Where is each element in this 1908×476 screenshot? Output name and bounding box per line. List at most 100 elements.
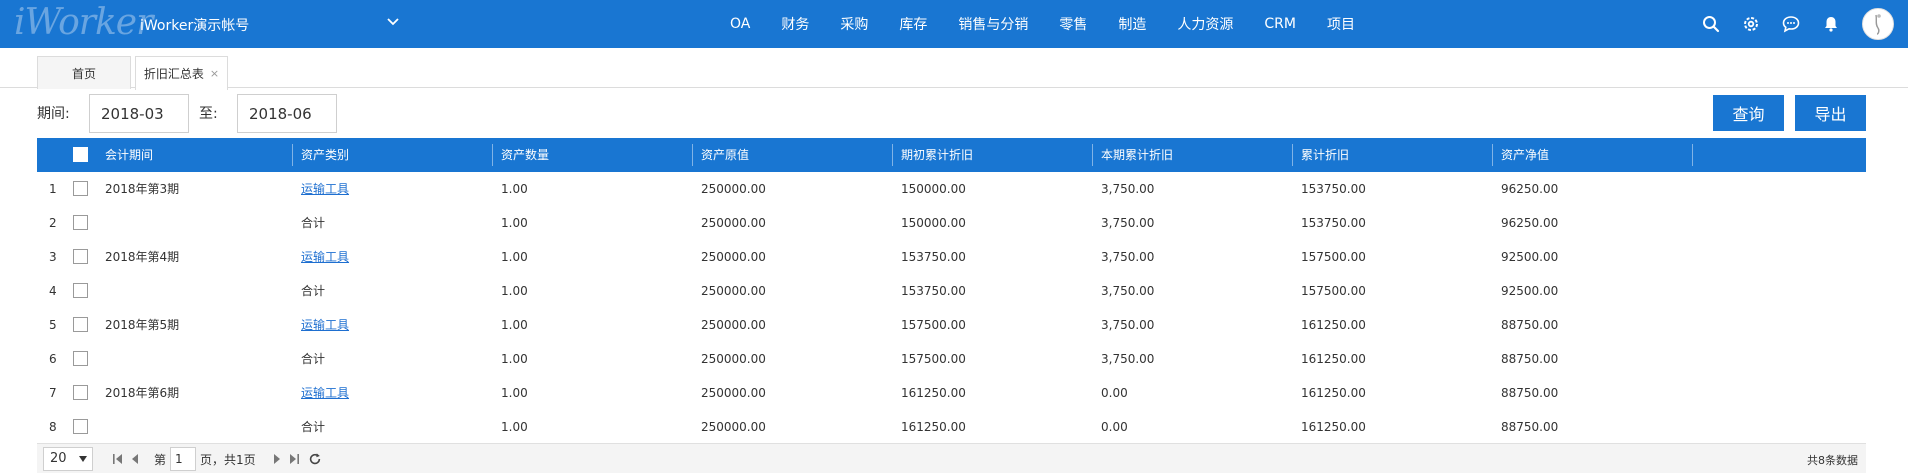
table-row[interactable]: 1 2018年第3期 运输工具 1.00 250000.00 150000.00 3,750… xyxy=(37,172,1866,206)
cell-current-depreciation: 0.00 xyxy=(1101,420,1128,434)
cell-category: 合计 xyxy=(301,352,326,366)
table-row[interactable]: 3 2018年第4期 运输工具 1.00 250000.00 153750.00 3,750… xyxy=(37,240,1866,274)
cell-current-depreciation: 3,750.00 xyxy=(1101,318,1155,332)
nav-item-finance[interactable]: 财务 xyxy=(781,14,809,34)
row-checkbox[interactable] xyxy=(73,385,88,400)
row-checkbox[interactable] xyxy=(73,283,88,298)
col-header-category[interactable]: 资产类别 xyxy=(293,138,349,172)
prev-page-icon[interactable] xyxy=(128,451,142,467)
avatar[interactable] xyxy=(1862,8,1894,40)
cell-category[interactable]: 运输工具 xyxy=(293,308,349,342)
row-number: 8 xyxy=(49,420,57,434)
total-records: 共8条数据 xyxy=(1807,454,1858,467)
search-icon[interactable] xyxy=(1700,13,1722,35)
row-checkbox[interactable] xyxy=(73,419,88,434)
nav-item-inventory[interactable]: 库存 xyxy=(899,14,927,34)
tab-depreciation-summary[interactable]: 折旧汇总表 × xyxy=(135,56,228,90)
row-checkbox[interactable] xyxy=(73,215,88,230)
current-page-input[interactable]: 1 xyxy=(170,447,196,471)
cell-category[interactable]: 运输工具 xyxy=(293,172,349,206)
chevron-down-icon[interactable] xyxy=(385,14,401,30)
cell-opening-depreciation: 157500.00 xyxy=(901,318,966,332)
row-checkbox[interactable] xyxy=(73,181,88,196)
depreciation-table: 会计期间 资产类别 资产数量 资产原值 期初累计折旧 本期累计折旧 累计折旧 资… xyxy=(37,138,1866,444)
cell-accumulated-depreciation: 153750.00 xyxy=(1301,182,1366,196)
cell-category: 合计 xyxy=(301,216,326,230)
page-prefix: 第 xyxy=(154,453,167,467)
nav-item-retail[interactable]: 零售 xyxy=(1059,14,1087,34)
cell-category[interactable]: 运输工具 xyxy=(293,240,349,274)
cell-opening-depreciation: 150000.00 xyxy=(901,216,966,230)
account-name[interactable]: iWorker演示帐号 xyxy=(140,15,249,35)
tab-home[interactable]: 首页 xyxy=(37,56,131,89)
cell-period: 2018年第5期 xyxy=(105,318,180,332)
col-header-accumulated-depreciation[interactable]: 累计折旧 xyxy=(1293,138,1349,172)
cell-category: 合计 xyxy=(301,420,326,434)
gear-icon[interactable] xyxy=(1740,13,1762,35)
refresh-icon[interactable] xyxy=(308,451,322,467)
cell-original-value: 250000.00 xyxy=(701,420,766,434)
last-page-icon[interactable] xyxy=(287,451,301,467)
cell-period: 2018年第6期 xyxy=(105,386,180,400)
table-row[interactable]: 6 合计 1.00 250000.00 157500.00 3,750.00 161250.… xyxy=(37,342,1866,376)
cell-accumulated-depreciation: 161250.00 xyxy=(1301,420,1366,434)
col-divider[interactable] xyxy=(1692,144,1693,166)
cell-quantity: 1.00 xyxy=(501,318,528,332)
nav-item-sales[interactable]: 销售与分销 xyxy=(958,14,1028,34)
cell-period: 2018年第4期 xyxy=(105,250,180,264)
period-end-input[interactable] xyxy=(237,94,337,133)
row-number: 1 xyxy=(49,182,57,196)
bell-icon[interactable] xyxy=(1820,13,1842,35)
first-page-icon[interactable] xyxy=(111,451,125,467)
nav-item-purchase[interactable]: 采购 xyxy=(840,14,868,34)
cell-net-value: 88750.00 xyxy=(1501,318,1559,332)
cell-accumulated-depreciation: 157500.00 xyxy=(1301,284,1366,298)
row-checkbox[interactable] xyxy=(73,249,88,264)
col-header-original-value[interactable]: 资产原值 xyxy=(693,138,749,172)
col-header-net-value[interactable]: 资产净值 xyxy=(1493,138,1549,172)
row-number: 6 xyxy=(49,352,57,366)
nav-item-project[interactable]: 项目 xyxy=(1327,14,1355,34)
cell-accumulated-depreciation: 153750.00 xyxy=(1301,216,1366,230)
next-page-icon[interactable] xyxy=(270,451,284,467)
col-header-current-depreciation[interactable]: 本期累计折旧 xyxy=(1093,138,1173,172)
table-row[interactable]: 8 合计 1.00 250000.00 161250.00 0.00 161250.00 88… xyxy=(37,410,1866,444)
cell-net-value: 88750.00 xyxy=(1501,352,1559,366)
table-row[interactable]: 5 2018年第5期 运输工具 1.00 250000.00 157500.00 3,750… xyxy=(37,308,1866,342)
cell-opening-depreciation: 153750.00 xyxy=(901,250,966,264)
page-size-select[interactable]: 20 xyxy=(43,447,93,471)
cell-period xyxy=(97,410,105,444)
cell-current-depreciation: 3,750.00 xyxy=(1101,352,1155,366)
close-icon[interactable]: × xyxy=(210,67,219,80)
row-checkbox[interactable] xyxy=(73,351,88,366)
cell-current-depreciation: 3,750.00 xyxy=(1101,250,1155,264)
cell-period xyxy=(97,274,105,308)
row-number: 7 xyxy=(49,386,57,400)
cell-original-value: 250000.00 xyxy=(701,386,766,400)
main-nav: OA 财务 采购 库存 销售与分销 零售 制造 人力资源 CRM 项目 xyxy=(730,0,1386,48)
period-start-input[interactable] xyxy=(89,94,189,133)
cell-quantity: 1.00 xyxy=(501,182,528,196)
select-all-checkbox[interactable] xyxy=(73,147,88,162)
col-header-opening-depreciation[interactable]: 期初累计折旧 xyxy=(893,138,973,172)
top-navbar: iWorker iWorker演示帐号 OA 财务 采购 库存 销售与分销 零售… xyxy=(0,0,1908,48)
nav-item-crm[interactable]: CRM xyxy=(1264,16,1296,32)
col-header-quantity[interactable]: 资产数量 xyxy=(493,138,549,172)
chat-icon[interactable] xyxy=(1780,13,1802,35)
query-button[interactable]: 查询 xyxy=(1713,95,1784,131)
row-number: 2 xyxy=(49,216,57,230)
nav-item-manufacturing[interactable]: 制造 xyxy=(1118,14,1146,34)
row-checkbox[interactable] xyxy=(73,317,88,332)
table-row[interactable]: 7 2018年第6期 运输工具 1.00 250000.00 161250.00 0.00 1… xyxy=(37,376,1866,410)
cell-current-depreciation: 3,750.00 xyxy=(1101,216,1155,230)
table-row[interactable]: 4 合计 1.00 250000.00 153750.00 3,750.00 157500.… xyxy=(37,274,1866,308)
table-row[interactable]: 2 合计 1.00 250000.00 150000.00 3,750.00 153750.… xyxy=(37,206,1866,240)
app-logo[interactable]: iWorker xyxy=(14,2,153,43)
nav-item-oa[interactable]: OA xyxy=(730,16,750,32)
page-size-value: 20 xyxy=(50,451,67,466)
col-header-period[interactable]: 会计期间 xyxy=(97,138,153,172)
nav-item-hr[interactable]: 人力资源 xyxy=(1177,14,1233,34)
to-label: 至: xyxy=(199,106,218,122)
export-button[interactable]: 导出 xyxy=(1795,95,1866,131)
cell-category[interactable]: 运输工具 xyxy=(293,376,349,410)
